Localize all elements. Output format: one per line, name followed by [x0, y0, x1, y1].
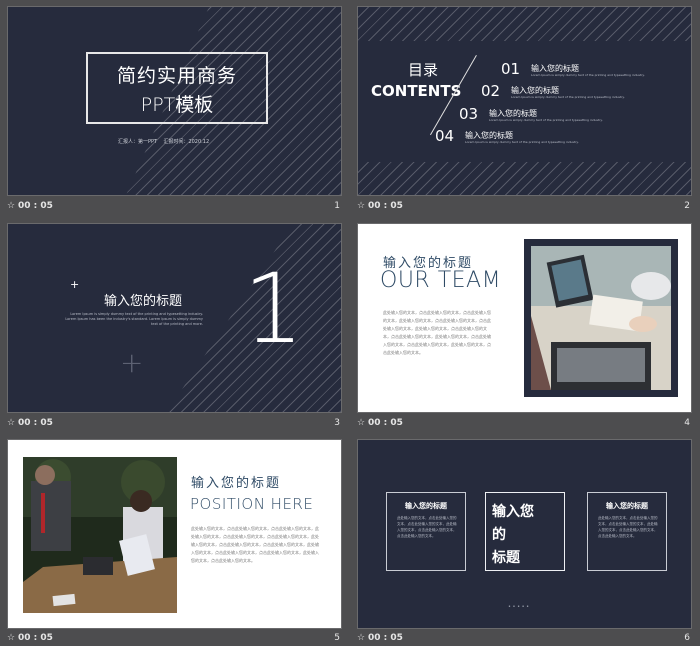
meeting-photo — [23, 457, 177, 613]
slide-timer: ☆ 00 : 05 — [7, 418, 53, 428]
toc-item-desc: Lorem Ipsum is simply dummy text of the … — [465, 140, 579, 144]
slide-timer-icon: ☆ — [7, 418, 16, 428]
toc-item-desc: Lorem Ipsum is simply dummy text of the … — [489, 118, 603, 122]
section-body: Lorem Ipsum is simply dummy text of the … — [65, 312, 203, 326]
toc-item-number: 02 — [481, 82, 501, 100]
slide-body-text: 此处输入您的文本，点击此处输入您的文本，点击此处输入您的文本，此处输入您的文本，… — [383, 310, 491, 355]
slide-thumbnail-1[interactable]: 简约实用商务 PPT模板 汇报人：第一PPT 汇报时间：2020.12 — [7, 6, 342, 196]
slide-timer: ☆ 00 : 05 — [7, 201, 53, 211]
slide-timer: ☆ 00 : 05 — [357, 201, 403, 211]
center-card: 输入您 的 标题 — [485, 492, 565, 571]
presenter-info: 汇报人：第一PPT 汇报时间：2020.12 — [118, 139, 210, 145]
toc-item-number: 01 — [501, 60, 521, 78]
pagination-dots: • • • • • — [508, 604, 530, 610]
slide-thumbnail-6[interactable]: 输入您的标题 此处输入您的文本，点击此处输入您的文本，点击此处输入您的文本，此处… — [357, 439, 692, 629]
slide-thumbnail-2[interactable]: 目录 CONTENTS 01 输入您的标题 Lorem Ipsum is sim… — [357, 6, 692, 196]
slide-meta-5: ☆ 00 : 05 5 — [7, 632, 342, 646]
slide-title-cn: 输入您的标题 — [191, 476, 282, 491]
toc-item-number: 03 — [459, 105, 479, 123]
left-card-body: 此处输入您的文本，点击此处输入您的文本，点击此处输入您的文本，此处输入您的文本，… — [397, 516, 457, 538]
left-card: 输入您的标题 此处输入您的文本，点击此处输入您的文本，点击此处输入您的文本，此处… — [386, 492, 466, 571]
plus-small-icon: + — [70, 278, 80, 291]
slide-timer-icon: ☆ — [7, 201, 16, 211]
slide-timer-icon: ☆ — [357, 201, 366, 211]
center-card-line2: 的 — [492, 527, 506, 543]
slide-title-en: OUR TEAM — [380, 268, 502, 293]
slide-meta-6: ☆ 00 : 05 6 — [357, 632, 692, 646]
slide-meta-2: ☆ 00 : 05 2 — [357, 200, 692, 214]
team-photo — [531, 246, 671, 390]
slide-meta-1: ☆ 00 : 05 1 — [7, 200, 342, 214]
slide-timer-icon: ☆ — [357, 418, 366, 428]
slide-thumbnail-5[interactable]: 输入您的标题 POSITION HERE 此处输入您的文本，点击此处输入您的文本… — [7, 439, 342, 629]
right-card-body: 此处输入您的文本，点击此处输入您的文本，点击此处输入您的文本，此处输入您的文本，… — [598, 516, 658, 538]
slide-number: 4 — [684, 418, 690, 428]
top-stripe-band — [358, 7, 691, 41]
slide-timer: ☆ 00 : 05 — [357, 418, 403, 428]
section-number: 1 — [243, 253, 305, 365]
slide-timer-icon: ☆ — [7, 633, 16, 643]
slide-title-en: POSITION HERE — [190, 495, 314, 513]
slide-timer-icon: ☆ — [357, 633, 366, 643]
center-card-line3: 标题 — [492, 550, 520, 566]
slide-title-line1: 简约实用商务 — [116, 65, 237, 87]
slide-thumbnail-4[interactable]: 输入您的标题 OUR TEAM 此处输入您的文本，点击此处输入您的文本，点击此处… — [357, 223, 692, 413]
slide-number: 2 — [684, 201, 690, 211]
team-photo-frame — [524, 239, 678, 397]
toc-item-desc: Lorem Ipsum is simply dummy text of the … — [531, 73, 645, 77]
toc-item-desc: Lorem Ipsum is simply dummy text of the … — [511, 95, 625, 99]
slide-thumbnail-3[interactable]: + 输入您的标题 Lorem Ipsum is simply dummy tex… — [7, 223, 342, 413]
slide-timer: ☆ 00 : 05 — [357, 633, 403, 643]
slide-timer: ☆ 00 : 05 — [7, 633, 53, 643]
slide-number: 5 — [334, 633, 340, 643]
slide-meta-4: ☆ 00 : 05 4 — [357, 417, 692, 431]
left-card-title: 输入您的标题 — [405, 502, 447, 510]
section-title: 输入您的标题 — [104, 294, 183, 309]
slide-number: 6 — [684, 633, 690, 643]
slide-meta-3: ☆ 00 : 05 3 — [7, 417, 342, 431]
toc-heading-en: CONTENTS — [371, 82, 462, 100]
slide-title-line2: PPT模板 — [140, 94, 214, 116]
right-card-title: 输入您的标题 — [606, 502, 648, 510]
slide-number: 3 — [334, 418, 340, 428]
center-card-line1: 输入您 — [492, 504, 534, 520]
plus-large-icon: + — [120, 346, 144, 379]
toc-heading-cn: 目录 — [408, 61, 439, 79]
bottom-stripe-band — [358, 162, 691, 195]
slide-body-text: 此处输入您的文本，点击此处输入您的文本，点击此处输入您的文本，此处输入您的文本，… — [191, 526, 319, 563]
right-card: 输入您的标题 此处输入您的文本，点击此处输入您的文本，点击此处输入您的文本，此处… — [587, 492, 667, 571]
slide-number: 1 — [334, 201, 340, 211]
toc-item-number: 04 — [435, 127, 455, 145]
